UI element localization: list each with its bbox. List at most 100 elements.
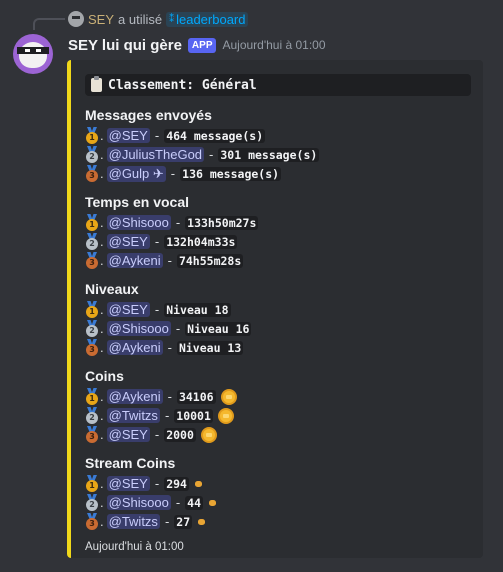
user-mention[interactable]: @JuliusTheGod [106,147,205,162]
reply-context[interactable]: SEY a utilisé ⁑ leaderboard [68,10,249,28]
stat-value: 34106 [176,389,216,404]
user-mention[interactable]: @Shisooo [106,495,171,510]
bronze-medal-icon: 3 [85,513,99,530]
stat-value: 2000 [164,427,196,442]
leaderboard-row: 2. @SEY -132h04m33s [85,232,471,251]
silver-medal-icon: 2 [85,320,99,337]
stat-value: 74h55m28s [176,253,244,268]
avatar[interactable] [13,34,53,74]
user-mention[interactable]: @Twitzs [106,408,160,423]
rank-separator: . [100,253,104,268]
stream-coin-icon [194,480,202,487]
stat-value: 301 message(s) [218,147,320,162]
coin-icon [217,407,234,424]
silver-medal-icon: 2 [85,407,99,424]
leaderboard-row: 1. @SEY -294 [85,474,471,493]
bronze-medal-icon: 3 [85,426,99,443]
section-title: Messages envoyés [85,107,212,123]
stat-value: 10001 [174,408,213,423]
section-title: Niveaux [85,281,139,297]
user-mention[interactable]: @SEY [106,234,150,249]
stream-coin-icon [209,499,217,506]
leaderboard-row: 3. @Aykeni - Niveau 13 [85,338,471,357]
message-header: SEY lui qui gère APP Aujourd'hui à 01:00 [68,35,326,55]
rank-separator: . [100,234,104,249]
section-title: Coins [85,368,124,384]
leaderboard-row: 1. @SEY - Niveau 18 [85,300,471,319]
slash-command-icon: ⁑ [169,13,175,25]
rank-separator: . [100,514,104,529]
user-mention[interactable]: @Shisooo [106,321,171,336]
stat-value: Niveau 18 [164,302,231,317]
rank-separator: . [100,302,104,317]
leaderboard-row: 3. @Gulp ✈ -136 message(s) [85,164,471,183]
stat-value: 294 [164,476,189,491]
rank-separator: . [100,427,104,442]
rank-separator: . [100,340,104,355]
value-separator: - [209,147,214,162]
value-separator: - [154,234,160,249]
value-separator: - [167,253,172,268]
value-separator: - [164,408,170,423]
silver-medal-icon: 2 [85,146,99,163]
reply-avatar[interactable] [68,11,84,27]
gold-medal-icon: 1 [85,388,99,405]
user-mention[interactable]: @Aykeni [106,253,163,268]
leaderboard-row: 1. @Aykeni -34106 [85,387,471,406]
rank-separator: . [100,408,104,423]
leaderboard-row: 2. @Shisooo - Niveau 16 [85,319,471,338]
user-mention[interactable]: @Shisooo [106,215,171,230]
bronze-medal-icon: 3 [85,339,99,356]
rank-separator: . [100,495,104,510]
stat-value: 44 [185,495,204,510]
value-separator: - [175,215,181,230]
leaderboard-section: Coins 1. @Aykeni -34106 2. @Twitzs -10001 3. @SE… [85,367,471,444]
coin-icon [200,426,217,443]
clipboard-icon [91,76,102,92]
embed-title: Classement: Général [85,74,471,96]
leaderboard-row: 2. @JuliusTheGod -301 message(s) [85,145,471,164]
username[interactable]: SEY lui qui gère [68,37,182,54]
stat-value: 133h50m27s [185,215,259,230]
command-name: leaderboard [176,11,246,27]
reply-username[interactable]: SEY [88,12,114,27]
rank-separator: . [100,321,104,336]
leaderboard-row: 2. @Twitzs -10001 [85,406,471,425]
leaderboard-embed: Classement: Général Messages envoyés 1. @S… [67,60,483,558]
value-separator: - [164,514,170,529]
user-mention[interactable]: @Twitzs [106,514,160,529]
leaderboard-section: Temps en vocal 1. @Shisooo -133h50m27s 2. @SE… [85,193,471,270]
user-mention[interactable]: @SEY [106,476,150,491]
coin-icon [220,388,237,405]
silver-medal-icon: 2 [85,494,99,511]
leaderboard-row: 2. @Shisooo -44 [85,493,471,512]
leaderboard-row: 1. @Shisooo -133h50m27s [85,213,471,232]
value-separator: - [154,302,160,317]
bronze-medal-icon: 3 [85,165,99,182]
rank-separator: . [100,166,104,181]
gold-medal-icon: 1 [85,214,99,231]
stat-value: 27 [174,514,193,529]
user-mention[interactable]: @Aykeni [106,340,163,355]
gold-medal-icon: 1 [85,301,99,318]
user-mention[interactable]: @Aykeni [106,389,163,404]
reply-connector [33,18,65,30]
value-separator: - [167,340,172,355]
user-mention[interactable]: @SEY [106,128,150,143]
leaderboard-row: 3. @Twitzs -27 [85,512,471,531]
leaderboard-section: Niveaux 1. @SEY - Niveau 18 2. @Shisooo - Niveau… [85,280,471,357]
value-separator: - [170,166,176,181]
section-title: Stream Coins [85,455,176,471]
stat-value: Niveau 13 [176,340,244,355]
value-separator: - [154,476,160,491]
user-mention[interactable]: @Gulp ✈ [106,165,166,182]
message-timestamp[interactable]: Aujourd'hui à 01:00 [222,38,325,52]
section-title: Temps en vocal [85,194,190,210]
app-badge: APP [187,37,217,53]
user-mention[interactable]: @SEY [106,427,150,442]
value-separator: - [154,128,160,143]
user-mention[interactable]: @SEY [106,302,150,317]
leaderboard-row: 1. @SEY -464 message(s) [85,126,471,145]
command-pill[interactable]: ⁑ leaderboard [166,11,249,27]
value-separator: - [175,321,181,336]
